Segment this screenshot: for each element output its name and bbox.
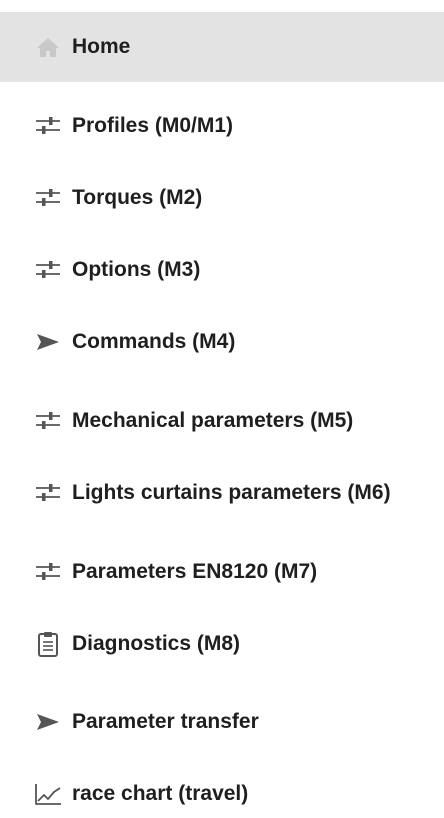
menu-item-diagnostics[interactable]: Diagnostics (M8) bbox=[0, 609, 444, 679]
menu-item-commands[interactable]: Commands (M4) bbox=[0, 307, 444, 377]
sliders-icon bbox=[34, 481, 62, 505]
sliders-icon bbox=[34, 409, 62, 433]
home-icon bbox=[34, 35, 62, 59]
menu-item-options[interactable]: Options (M3) bbox=[0, 235, 444, 305]
sliders-icon bbox=[34, 114, 62, 138]
menu-item-parameters-en8120[interactable]: Parameters EN8120 (M7) bbox=[0, 537, 444, 607]
menu-item-light-curtains-parameters[interactable]: Lights curtains parameters (M6) bbox=[0, 458, 444, 528]
line-chart-icon bbox=[34, 782, 62, 806]
send-icon bbox=[34, 710, 62, 734]
menu-item-label: Diagnostics (M8) bbox=[72, 632, 241, 655]
sliders-icon bbox=[34, 258, 62, 282]
clipboard-icon bbox=[34, 632, 62, 657]
menu-item-label: Parameters EN8120 (M7) bbox=[72, 560, 318, 583]
menu-item-label: Lights curtains parameters (M6) bbox=[72, 481, 391, 504]
menu-item-race-chart[interactable]: race chart (travel) bbox=[0, 759, 444, 818]
menu-item-parameter-transfer[interactable]: Parameter transfer bbox=[0, 687, 444, 757]
navigation-drawer: Home Profiles (M0/M1) Torques (M2) Optio… bbox=[0, 0, 444, 818]
menu-item-label: Torques (M2) bbox=[72, 186, 203, 209]
menu-item-label: Options (M3) bbox=[72, 258, 201, 281]
menu-item-label: Parameter transfer bbox=[72, 710, 259, 733]
menu-item-mechanical-parameters[interactable]: Mechanical parameters (M5) bbox=[0, 386, 444, 456]
menu-item-home[interactable]: Home bbox=[0, 12, 444, 82]
menu-item-torques[interactable]: Torques (M2) bbox=[0, 163, 444, 233]
sliders-icon bbox=[34, 560, 62, 584]
menu-item-label: Commands (M4) bbox=[72, 330, 236, 353]
menu-item-label: race chart (travel) bbox=[72, 782, 249, 805]
sliders-icon bbox=[34, 186, 62, 210]
menu-item-profiles[interactable]: Profiles (M0/M1) bbox=[0, 91, 444, 161]
menu-item-label: Mechanical parameters (M5) bbox=[72, 409, 354, 432]
menu-item-label: Home bbox=[72, 35, 131, 58]
menu-item-label: Profiles (M0/M1) bbox=[72, 114, 234, 137]
send-icon bbox=[34, 330, 62, 354]
